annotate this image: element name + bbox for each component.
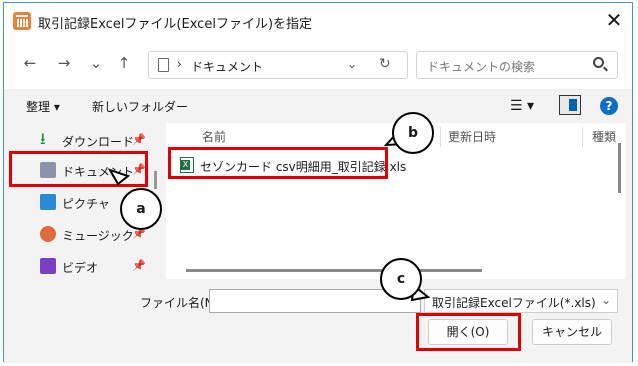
callout-a-tail xyxy=(107,168,131,186)
callout-c: c xyxy=(380,258,422,300)
callout-tails xyxy=(107,130,431,302)
callout-a: a xyxy=(120,188,162,230)
callout-b: b xyxy=(392,112,434,154)
